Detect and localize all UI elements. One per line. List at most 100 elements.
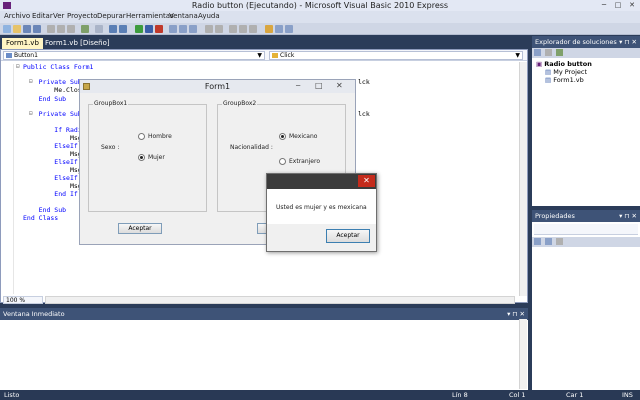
bookmark-prev-icon[interactable] [249,25,257,33]
immediate-window[interactable]: Ventana Inmediato ▾ ⊓ ✕ [0,308,528,390]
panel-pin-icon[interactable]: ▾ ⊓ ✕ [619,212,637,220]
object-combo[interactable]: Button1 ▼ [3,51,265,60]
message-aceptar-button[interactable]: Aceptar [326,229,370,243]
message-box-close-button[interactable]: ✕ [358,175,375,187]
groupbox1: GroupBox1 Hombre Sexo : Mujer [88,100,207,212]
paste-icon[interactable] [67,25,75,33]
property-pages-icon[interactable] [556,238,563,245]
solution-explorer-panel: Explorador de soluciones ▾ ⊓ ✕ ▣ Radio b… [532,36,640,206]
project-icon: ▣ [536,60,543,68]
properties-toolbar [532,237,640,247]
close-button[interactable]: ✕ [626,1,638,10]
refresh-icon[interactable] [556,49,563,56]
menu-herramientas[interactable]: Herramientas [126,12,174,20]
save-all-icon[interactable] [33,25,41,33]
code-line: End Class [23,214,59,222]
bookmark-next-icon[interactable] [239,25,247,33]
radio-mujer[interactable] [138,154,145,161]
properties-title: Propiedades [535,212,575,220]
form-minimize-button[interactable]: ─ [296,82,300,90]
tab-form1-design[interactable]: Form1.vb [Diseño] [41,38,114,49]
categorized-icon[interactable] [534,238,541,245]
solution-tree: ▣ Radio button ▤ My Project ▤ Form1.vb [532,58,640,86]
form-aceptar-button[interactable]: Aceptar [118,223,162,234]
form1-title: Form1 [204,82,231,91]
indent-icon[interactable] [205,25,213,33]
start-debug-icon[interactable] [135,25,143,33]
alphabetical-icon[interactable] [545,238,552,245]
immediate-scrollbar[interactable] [519,319,527,389]
menu-ver[interactable]: Ver [53,12,64,20]
groupbox2-label: GroupBox2 [222,100,258,107]
sexo-label: Sexo : [101,144,120,151]
menu-editar[interactable]: Editar [32,12,53,20]
pause-icon[interactable] [145,25,153,33]
panel-pin-icon[interactable]: ▾ ⊓ ✕ [507,310,525,318]
maximize-button[interactable]: □ [612,1,624,10]
radio-mexicano-label[interactable]: Mexicano [289,133,317,140]
event-icon [272,53,278,58]
immediate-title: Ventana Inmediato [3,310,65,318]
tab-form1-vb[interactable]: Form1.vb [2,38,43,49]
nacionalidad-label: Nacionalidad : [230,144,273,151]
code-fragment: lck [358,78,370,86]
panel-pin-icon[interactable]: ▾ ⊓ ✕ [619,38,637,46]
form-maximize-button[interactable]: □ [315,81,323,90]
cut-icon[interactable] [47,25,55,33]
fold-toggle[interactable]: ⊟ [16,63,20,70]
code-line: ElseIf R [23,142,86,150]
code-line: MsgB [23,134,86,142]
redo-icon[interactable] [119,25,127,33]
toolbar [0,23,640,35]
bookmark-icon[interactable] [229,25,237,33]
comment-icon[interactable] [95,25,103,33]
properties-icon[interactable] [534,49,541,56]
properties-icon[interactable] [275,25,283,33]
chevron-down-icon[interactable]: ▼ [515,52,520,59]
step-out-icon[interactable] [189,25,197,33]
properties-header: Propiedades ▾ ⊓ ✕ [532,210,640,222]
properties-object-combo[interactable] [534,224,638,235]
find-icon[interactable] [81,25,89,33]
radio-hombre-label[interactable]: Hombre [148,133,172,140]
stop-icon[interactable] [155,25,163,33]
menu-archivo[interactable]: Archivo [4,12,30,20]
open-icon[interactable] [13,25,21,33]
radio-mexicano[interactable] [279,133,286,140]
minimize-button[interactable]: ─ [598,1,610,10]
save-icon[interactable] [23,25,31,33]
solution-explorer-icon[interactable] [265,25,273,33]
form1-title-bar: Form1 ─ □ ✕ [80,80,355,93]
vertical-scrollbar[interactable] [519,62,527,296]
event-combo[interactable]: Click ▼ [269,51,523,60]
menu-proyecto[interactable]: Proyecto [67,12,97,20]
outdent-icon[interactable] [215,25,223,33]
code-line: End Sub [23,95,67,103]
code-line: End Sub [23,206,67,214]
menu-ayuda[interactable]: Ayuda [198,12,220,20]
radio-hombre[interactable] [138,133,145,140]
tree-item-form1[interactable]: ▤ Form1.vb [536,76,636,84]
step-into-icon[interactable] [169,25,177,33]
zoom-level[interactable]: 100 % [3,296,43,304]
show-all-files-icon[interactable] [545,49,552,56]
radio-extranjero[interactable] [279,158,286,165]
chevron-down-icon[interactable]: ▼ [257,52,262,59]
menu-ventana[interactable]: Ventana [169,12,198,20]
event-combo-value: Click [280,52,295,59]
code-line: MsgB [23,166,86,174]
form-close-button[interactable]: ✕ [336,81,343,90]
radio-extranjero-label[interactable]: Extranjero [289,158,320,165]
step-over-icon[interactable] [179,25,187,33]
copy-icon[interactable] [57,25,65,33]
toolbox-icon[interactable] [285,25,293,33]
radio-mujer-label[interactable]: Mujer [148,154,165,161]
menu-depurar[interactable]: Depurar [97,12,126,20]
tree-item-my-project[interactable]: ▤ My Project [536,68,636,76]
code-line: ElseIf R [23,174,86,182]
horizontal-scrollbar[interactable] [45,296,515,304]
new-project-icon[interactable] [3,25,11,33]
undo-icon[interactable] [109,25,117,33]
tree-root[interactable]: ▣ Radio button [536,60,636,68]
status-column: Col 1 [509,391,526,399]
